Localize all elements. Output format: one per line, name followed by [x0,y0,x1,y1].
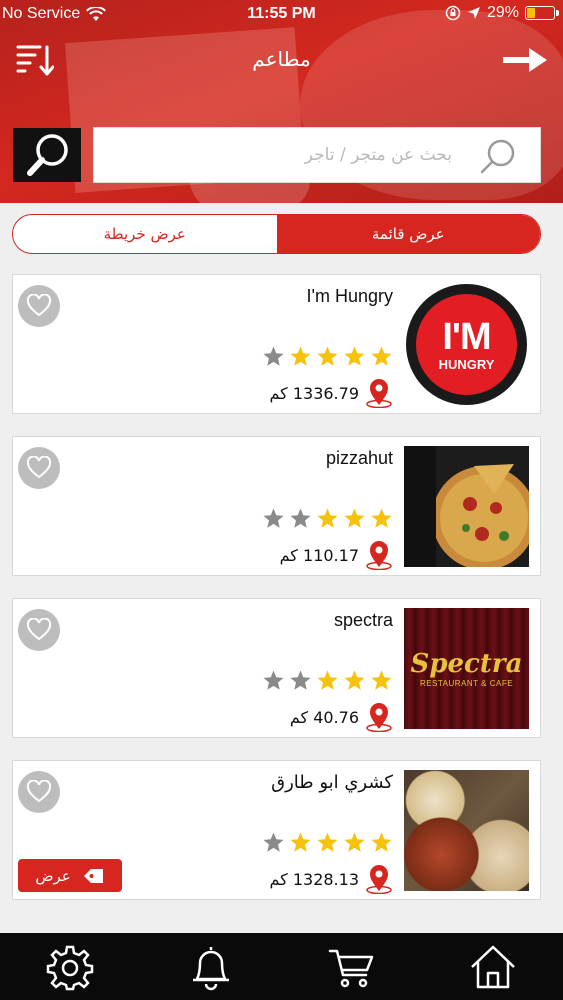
star-filled-icon [371,670,392,690]
arrow-right-icon [503,48,547,72]
orientation-lock-icon [445,5,461,21]
search-field[interactable] [93,127,541,183]
location-arrow-icon [467,7,480,19]
heart-icon [26,294,52,317]
store-card[interactable]: كشري ابو طارق 1328.13 كم عرض [12,760,541,900]
status-right: 29% [445,4,559,22]
location-pin-icon [366,379,392,408]
distance-label: 1336.79 كم [269,383,359,403]
distance: 1336.79 كم [269,378,393,408]
battery-level [527,8,536,18]
star-filled-icon [344,832,365,852]
forward-button[interactable] [501,43,549,77]
heart-icon [26,780,52,803]
star-filled-icon [317,346,338,366]
distance-label: 40.76 كم [289,707,359,727]
view-toggle: عرض خريطة عرض قائمة [12,214,541,254]
tab-settings[interactable] [40,937,100,997]
page-title: مطاعم [252,47,311,71]
heart-icon [26,618,52,641]
status-bar: No Service 11:55 PM 29% [0,0,563,30]
store-name: spectra [333,610,393,630]
star-filled-icon [317,508,338,528]
store-card[interactable]: pizzahut 110.17 كم [12,436,541,576]
list-view-tab[interactable]: عرض قائمة [276,215,540,253]
star-empty-icon [263,832,284,852]
store-logo: I'M HUNGRY [404,284,529,405]
favorite-button[interactable] [18,609,60,651]
star-filled-icon [344,508,365,528]
store-card[interactable]: I'M HUNGRY I'm Hungry 1336.79 كم [12,274,541,414]
offer-label: عرض [35,866,71,885]
distance: 110.17 كم [280,540,393,570]
star-empty-icon [290,508,311,528]
logo-circle: I'M HUNGRY [416,294,517,395]
store-card[interactable]: Spectra RESTAURANT & CAFE spectra 40.76 … [12,598,541,738]
star-empty-icon [290,670,311,690]
logo-text: I'M [442,316,491,358]
star-rating [262,345,393,368]
battery-icon [525,6,559,20]
cart-icon [328,949,374,987]
star-empty-icon [263,508,284,528]
distance-label: 1328.13 كم [269,869,359,889]
location-pin-icon [366,865,392,894]
star-rating [262,507,393,530]
star-filled-icon [290,832,311,852]
logo-text: Spectra [410,649,523,679]
tab-cart[interactable] [322,937,382,997]
store-name: pizzahut [325,448,393,468]
gear-icon [47,945,94,990]
im-hungry-logo: I'M HUNGRY [406,284,527,405]
tab-home[interactable] [463,937,523,997]
location-pin-icon [366,541,392,570]
star-filled-icon [344,670,365,690]
battery-percent: 29% [486,4,519,21]
star-filled-icon [317,832,338,852]
distance-label: 110.17 كم [279,545,359,565]
tag-icon [83,868,103,883]
distance: 1328.13 كم [269,864,393,894]
location-pin-icon [366,703,392,732]
pizza-image [404,446,529,567]
bell-icon [193,946,230,990]
search-icon [480,139,515,174]
distance: 40.76 كم [290,702,393,732]
star-filled-icon [317,670,338,690]
search-input[interactable] [94,128,540,182]
star-filled-icon [290,346,311,366]
logo-subtext: RESTAURANT & CAFE [419,679,514,688]
tab-notifications[interactable] [181,937,241,997]
heart-icon [26,456,52,479]
food-photo [404,770,529,891]
star-empty-icon [263,670,284,690]
star-empty-icon [263,346,284,366]
store-name: كشري ابو طارق [271,772,393,793]
star-filled-icon [344,346,365,366]
nav-bar: مطاعم [0,35,563,85]
star-rating [262,831,393,854]
logo-subtext: HUNGRY [438,357,495,372]
favorite-button[interactable] [18,771,60,813]
magnifier-icon [27,134,68,176]
star-filled-icon [371,832,392,852]
pizza-photo [404,446,529,567]
star-filled-icon [371,346,392,366]
home-icon [470,945,515,988]
favorite-button[interactable] [18,285,60,327]
store-name: I'm Hungry [306,286,393,306]
offer-button[interactable]: عرض [18,859,122,892]
star-filled-icon [371,508,392,528]
map-view-tab[interactable]: عرض خريطة [13,215,277,253]
header: No Service 11:55 PM 29% مطاعم بحث عن متج… [0,0,563,203]
tab-bar [0,933,563,1000]
star-rating [262,669,393,692]
search-button[interactable] [13,128,81,182]
spectra-logo: Spectra RESTAURANT & CAFE [404,608,529,729]
favorite-button[interactable] [18,447,60,489]
